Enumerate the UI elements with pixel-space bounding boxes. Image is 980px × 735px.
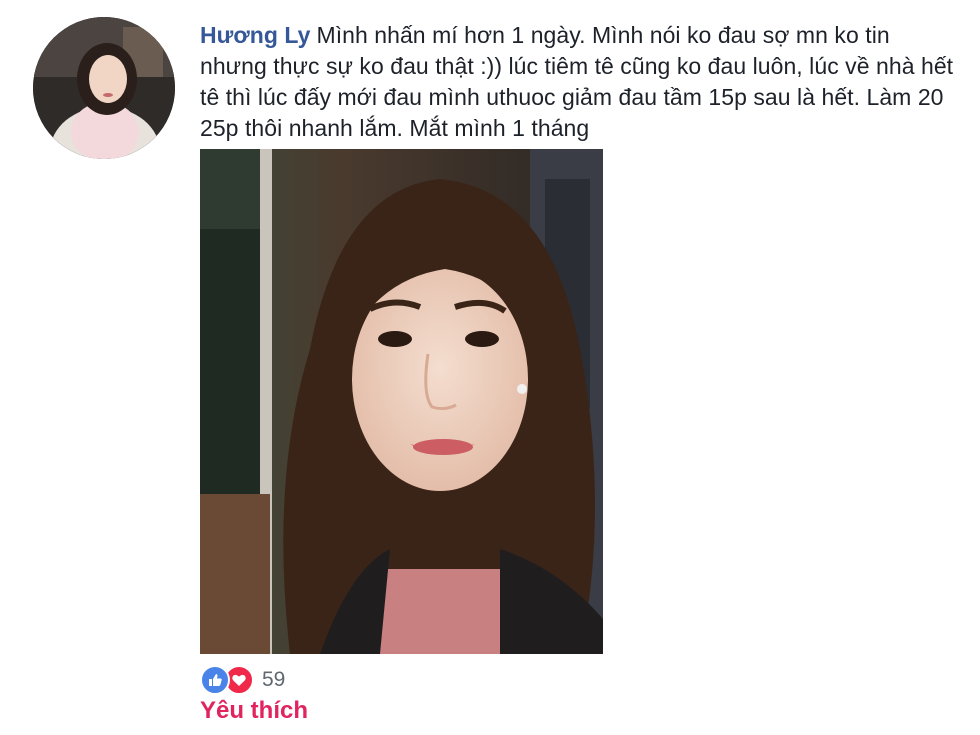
like-icon — [200, 665, 230, 695]
comment-author-link[interactable]: Hương Ly — [200, 22, 311, 48]
avatar[interactable] — [33, 17, 175, 159]
reaction-count: 59 — [262, 668, 286, 691]
comment-body: Hương Ly Mình nhấn mí hơn 1 ngày. Mình nó… — [200, 20, 960, 144]
reactions-summary[interactable]: 59 — [200, 665, 285, 695]
love-reaction-button[interactable]: Yêu thích — [200, 697, 308, 725]
comment-text: Mình nhấn mí hơn 1 ngày. Mình nói ko đau… — [200, 22, 954, 141]
selfie-photo — [200, 149, 603, 654]
avatar-image — [33, 17, 175, 159]
comment-photo[interactable] — [200, 149, 603, 654]
